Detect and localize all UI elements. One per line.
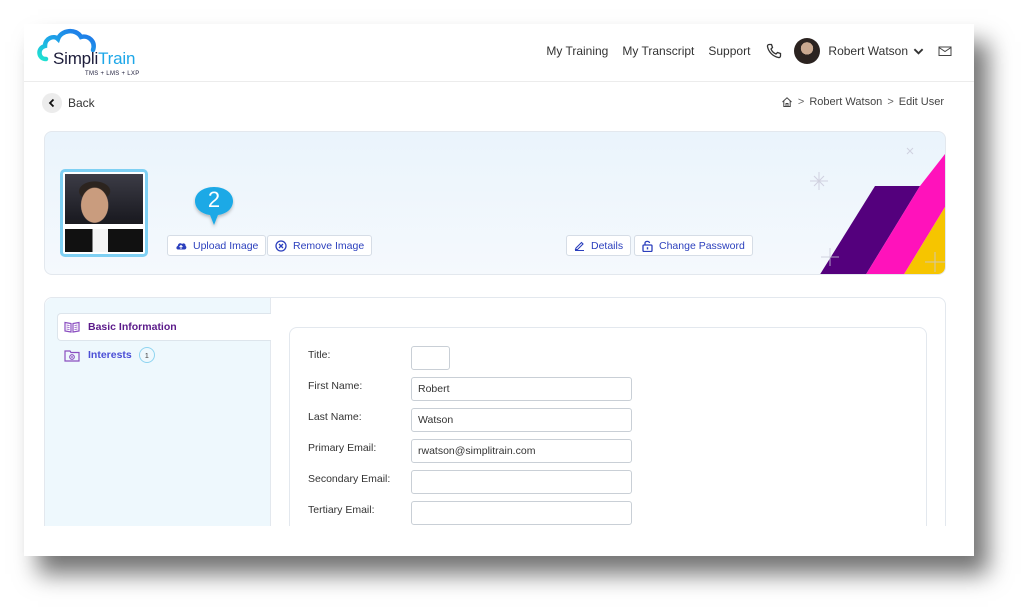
unlock-icon [642, 240, 653, 252]
mail-icon[interactable] [938, 45, 952, 57]
details-label: Details [591, 239, 624, 252]
sidebar-item-interests[interactable]: Interests 1 [57, 345, 155, 365]
tertiary-email-label: Tertiary Email: [308, 504, 375, 516]
remove-circle-icon [275, 239, 287, 252]
sidebar-item-basic-information[interactable]: Basic Information [57, 313, 271, 341]
breadcrumb-separator: > [797, 96, 805, 108]
top-nav: My Training My Transcript Support Robert… [546, 38, 974, 64]
interests-count-badge: 1 [138, 347, 155, 363]
nav-support[interactable]: Support [708, 44, 750, 58]
last-name-field[interactable] [411, 408, 632, 432]
sidebar-item-label: Interests [88, 349, 132, 361]
home-icon[interactable] [781, 96, 793, 108]
banner-decoration [810, 147, 945, 274]
secondary-email-label: Secondary Email: [308, 473, 391, 485]
breadcrumb: > Robert Watson > Edit User [781, 96, 944, 108]
form-row-secondary-email: Secondary Email: [308, 470, 632, 494]
upload-image-button[interactable]: Upload Image [167, 235, 267, 256]
section-sidebar: Basic Information Interests 1 [45, 298, 271, 556]
top-header: SimpliTrain TMS + LMS + LXP My Training … [24, 24, 974, 82]
tertiary-email-field[interactable] [411, 501, 632, 525]
open-book-icon [64, 321, 80, 333]
change-password-button[interactable]: Change Password [634, 235, 753, 256]
pencil-icon [574, 241, 584, 251]
breadcrumb-separator: > [887, 96, 894, 108]
remove-image-button[interactable]: Remove Image [267, 235, 373, 256]
back-button[interactable]: Back [42, 93, 95, 113]
breadcrumb-user[interactable]: Robert Watson [809, 96, 882, 108]
form-row-first-name: First Name: [308, 377, 632, 401]
primary-email-field[interactable] [411, 439, 632, 463]
secondary-email-field[interactable] [411, 470, 632, 494]
back-arrow-icon [42, 93, 62, 113]
form-row-title: Title: [308, 346, 450, 370]
details-button[interactable]: Details [566, 235, 632, 256]
profile-photo[interactable] [60, 169, 148, 257]
first-name-field[interactable] [411, 377, 632, 401]
nav-my-transcript[interactable]: My Transcript [622, 44, 694, 58]
breadcrumb-current: Edit User [898, 96, 944, 108]
user-name[interactable]: Robert Watson [828, 44, 908, 58]
remove-image-label: Remove Image [293, 239, 365, 252]
app-window: SimpliTrain TMS + LMS + LXP My Training … [24, 24, 974, 556]
phone-icon[interactable] [766, 43, 782, 59]
form-row-last-name: Last Name: [308, 408, 632, 432]
upload-image-label: Upload Image [193, 239, 259, 252]
bottom-fade [24, 526, 974, 556]
change-password-label: Change Password [659, 239, 745, 252]
form-row-tertiary-email: Tertiary Email: [308, 501, 632, 525]
title-label: Title: [308, 349, 331, 361]
nav-my-training[interactable]: My Training [546, 44, 608, 58]
form-row-primary-email: Primary Email: [308, 439, 632, 463]
logo-text: SimpliTrain [53, 49, 136, 68]
profile-banner: 2 Upload Image Remove Image Details Chan… [44, 131, 946, 275]
cloud-upload-icon [176, 242, 187, 249]
user-avatar[interactable] [794, 38, 821, 64]
primary-email-label: Primary Email: [308, 442, 377, 454]
folder-camera-icon [64, 349, 80, 362]
title-field[interactable] [411, 346, 450, 370]
sidebar-item-label: Basic Information [88, 321, 177, 333]
chevron-down-icon[interactable] [913, 46, 924, 57]
profile-photo-image [65, 174, 143, 252]
basic-information-form: Title: First Name: Last Name: Primary Em… [289, 327, 927, 556]
first-name-label: First Name: [308, 380, 363, 392]
simplitrain-logo[interactable]: SimpliTrain TMS + LMS + LXP [36, 26, 146, 80]
callout-number: 2 [207, 187, 221, 212]
step-callout: 2 [193, 185, 235, 229]
back-label: Back [68, 96, 95, 110]
last-name-label: Last Name: [308, 411, 362, 423]
content-panel: Basic Information Interests 1 Title: Fir… [44, 297, 946, 556]
logo-tagline: TMS + LMS + LXP [85, 71, 140, 77]
